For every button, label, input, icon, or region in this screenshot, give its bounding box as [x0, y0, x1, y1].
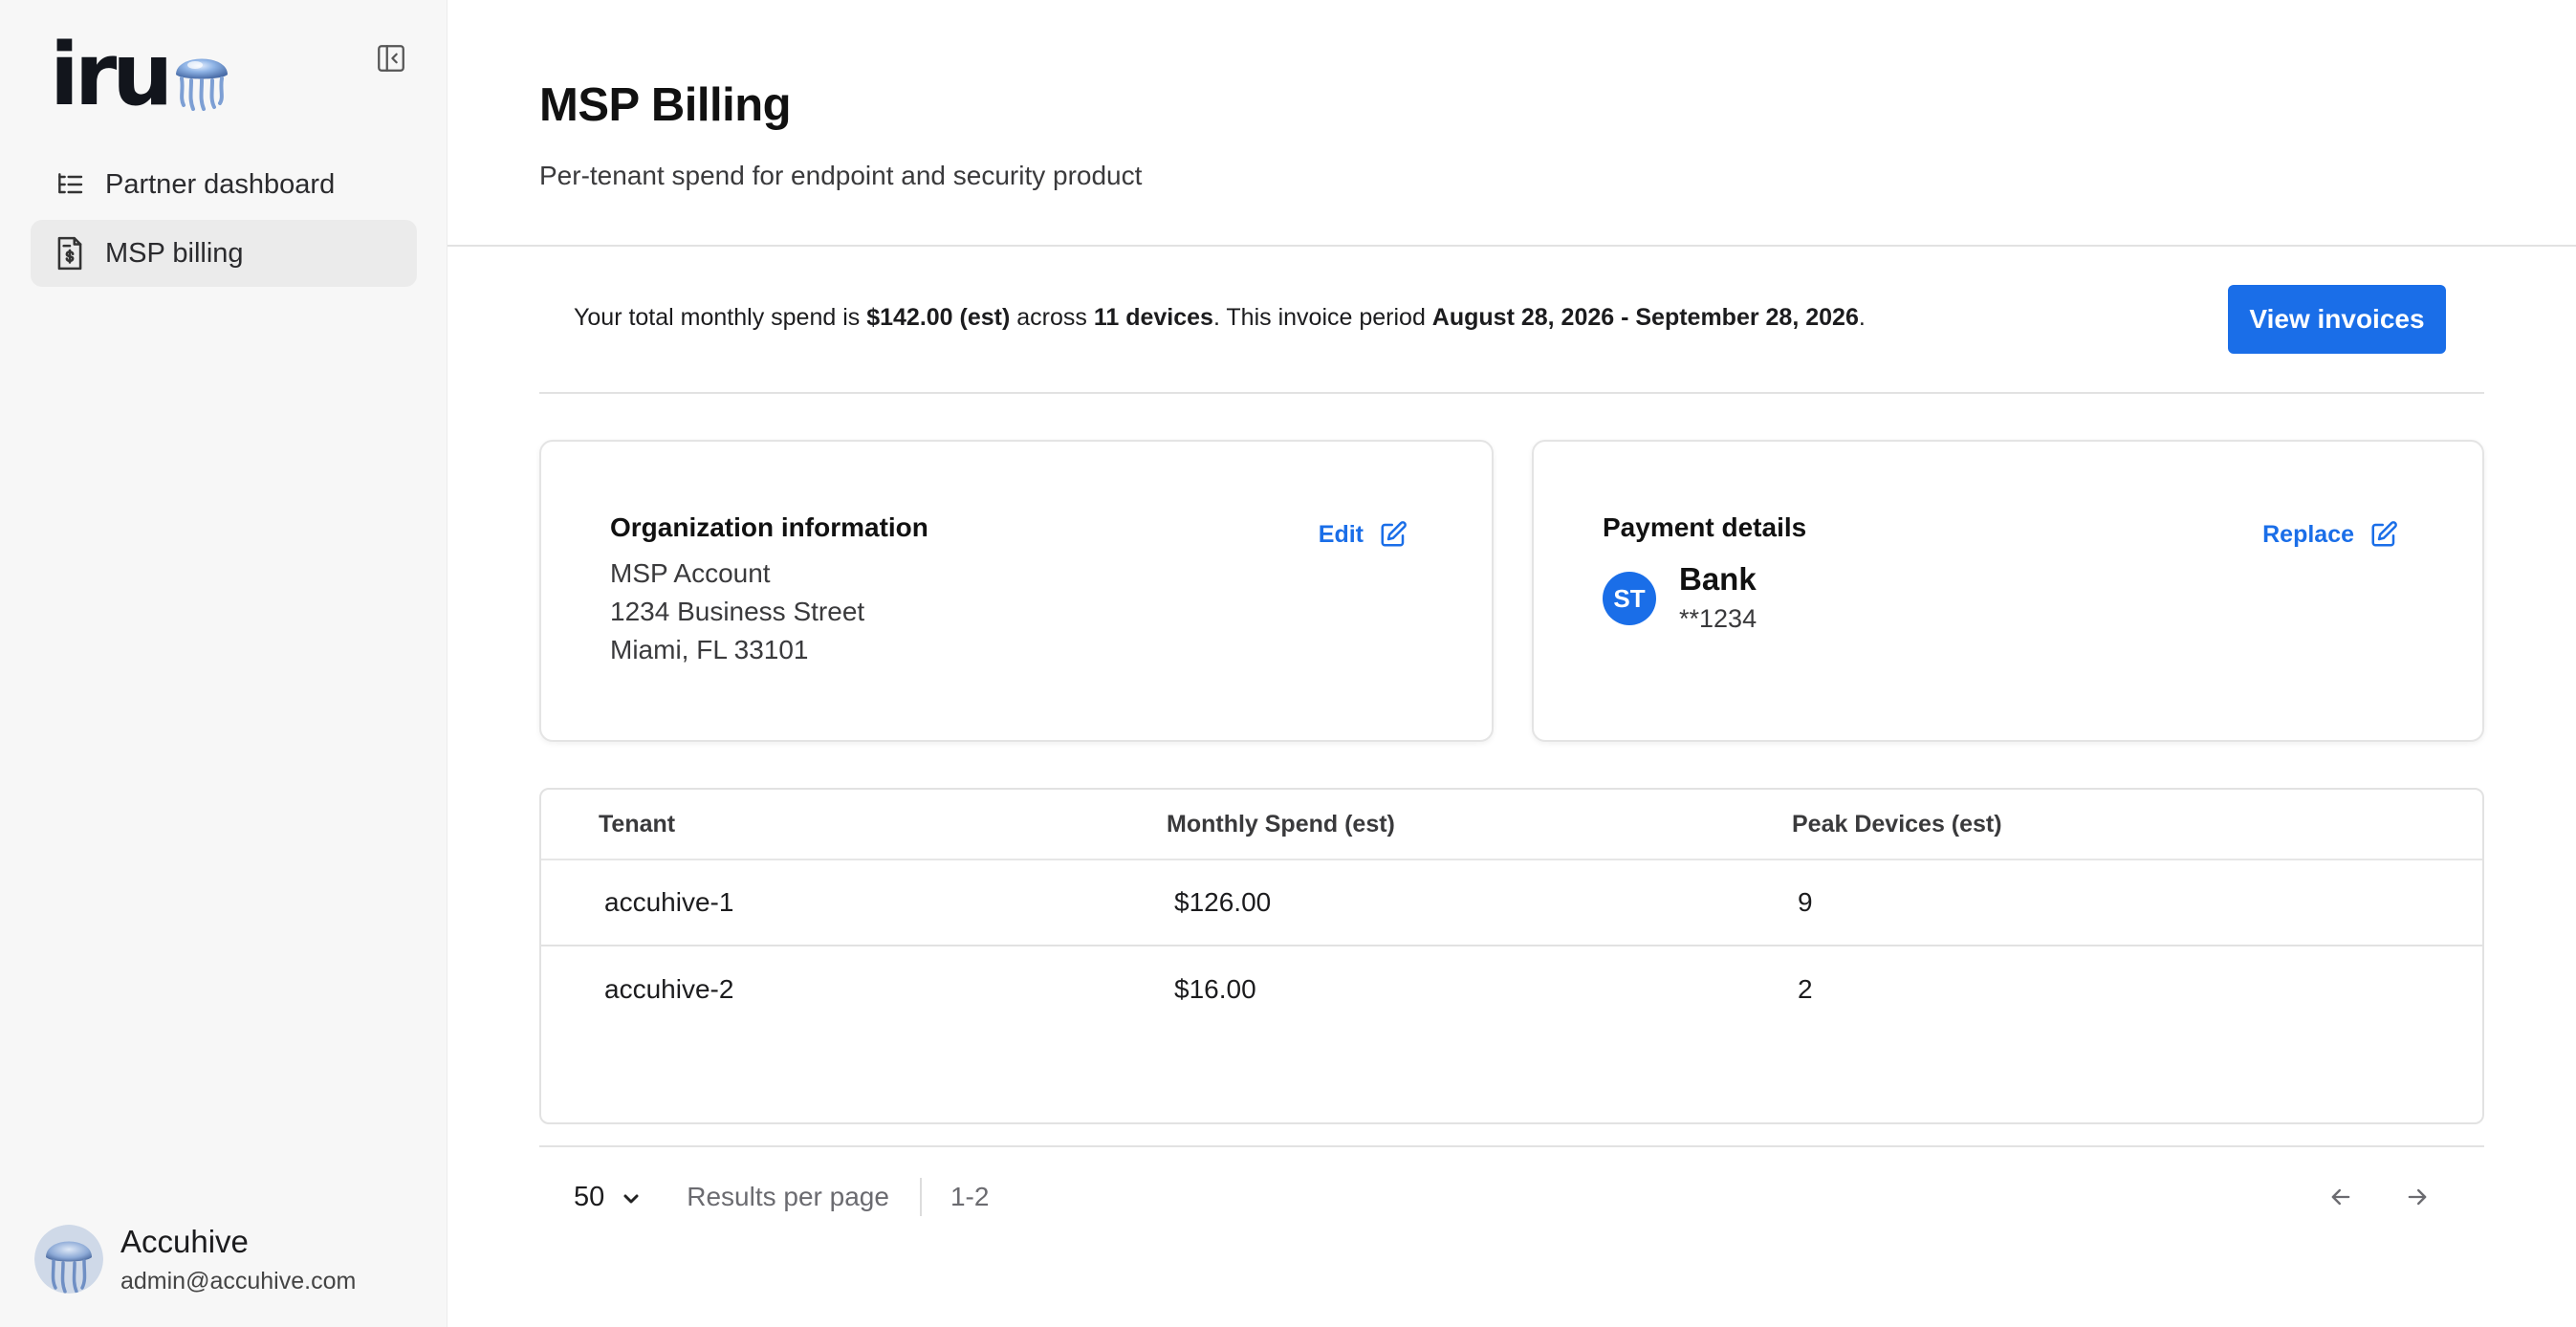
sidebar-item-label: MSP billing — [105, 237, 244, 269]
spend-cell: $16.00 — [1174, 974, 1256, 1004]
chevron-down-icon — [623, 1194, 639, 1204]
jellyfish-logo-icon — [170, 42, 233, 116]
pagination: 50 Results per page 1-2 — [539, 1170, 2484, 1224]
divider — [448, 245, 2576, 247]
tenant-cell: accuhive-1 — [604, 887, 734, 917]
edit-icon — [1381, 521, 1407, 547]
organization-info-card: Organization information Edit MSP Accoun… — [539, 440, 1494, 742]
previous-page-button[interactable] — [2322, 1178, 2360, 1216]
tenant-cell: accuhive-2 — [604, 974, 734, 1004]
logo[interactable]: iru — [50, 33, 233, 119]
logo-text: iru — [50, 25, 173, 125]
invoice-dollar-icon — [54, 235, 86, 272]
user-email: admin@accuhive.com — [120, 1267, 357, 1294]
sidebar: iru Partner dashboard MSP billing Accuhi… — [0, 0, 448, 1327]
page-navigation — [2283, 1178, 2436, 1216]
sidebar-item-label: Partner dashboard — [105, 168, 336, 200]
per-page-select[interactable]: 50 — [574, 1182, 641, 1213]
per-page-value: 50 — [574, 1181, 605, 1212]
list-tree-icon — [54, 166, 86, 203]
column-header-peak-devices[interactable]: Peak Devices (est) — [1792, 811, 2482, 838]
card-title: Payment details — [1603, 512, 1807, 542]
table-row[interactable]: accuhive-1 $126.00 9 — [541, 860, 2482, 946]
column-header-monthly-spend[interactable]: Monthly Spend (est) — [1167, 811, 1792, 838]
separator — [919, 1178, 922, 1216]
user-profile[interactable]: Accuhive admin@accuhive.com — [34, 1224, 356, 1295]
org-street: 1234 Business Street — [610, 597, 865, 626]
page-subtitle: Per-tenant spend for endpoint and securi… — [539, 161, 1143, 190]
payment-badge: ST — [1603, 572, 1656, 625]
summary-text: Your total monthly spend is $142.00 (est… — [574, 304, 1866, 331]
total-spend: $142.00 (est) — [866, 304, 1011, 331]
tenant-spend-table: Tenant Monthly Spend (est) Peak Devices … — [539, 788, 2484, 1124]
table-row[interactable]: accuhive-2 $16.00 2 — [541, 946, 2482, 1033]
page-title: MSP Billing — [539, 79, 792, 131]
avatar — [34, 1225, 103, 1294]
divider — [539, 1145, 2484, 1147]
per-page-label: Results per page — [687, 1182, 889, 1211]
table-header: Tenant Monthly Spend (est) Peak Devices … — [541, 790, 2482, 860]
main-content: MSP Billing Per-tenant spend for endpoin… — [448, 0, 2576, 1327]
column-header-tenant[interactable]: Tenant — [541, 811, 1167, 838]
view-invoices-button[interactable]: View invoices — [2228, 285, 2446, 354]
account-number: **1234 — [1679, 604, 1757, 633]
sidebar-nav: Partner dashboard MSP billing — [31, 151, 417, 289]
card-title: Organization information — [610, 512, 928, 542]
edit-label: Edit — [1318, 520, 1364, 548]
user-name: Accuhive — [120, 1224, 249, 1259]
edit-icon — [2371, 521, 2397, 547]
result-range: 1-2 — [950, 1182, 990, 1211]
payment-method: ST Bank **1234 — [1603, 560, 1757, 634]
collapse-sidebar-button[interactable] — [371, 38, 411, 78]
organization-address: MSP Account 1234 Business Street Miami, … — [610, 555, 864, 669]
spend-cell: $126.00 — [1174, 887, 1272, 917]
invoice-period: August 28, 2026 - September 28, 2026 — [1431, 304, 1859, 331]
arrow-left-icon — [2331, 1188, 2350, 1206]
devices-cell: 9 — [1798, 887, 1813, 917]
payment-details-card: Payment details Replace ST Bank **1234 — [1532, 440, 2484, 742]
devices-cell: 2 — [1798, 974, 1813, 1004]
org-name: MSP Account — [610, 558, 771, 588]
org-city: Miami, FL 33101 — [610, 635, 809, 664]
sidebar-collapse-icon — [378, 45, 404, 72]
device-count: 11 devices — [1093, 304, 1213, 331]
sidebar-item-partner-dashboard[interactable]: Partner dashboard — [31, 151, 417, 218]
next-page-button[interactable] — [2398, 1178, 2436, 1216]
sidebar-item-msp-billing[interactable]: MSP billing — [31, 220, 417, 287]
spend-summary: Your total monthly spend is $142.00 (est… — [539, 283, 2484, 394]
payment-method-name: Bank — [1679, 561, 1757, 597]
replace-payment-button[interactable]: Replace — [2262, 520, 2398, 549]
edit-organization-button[interactable]: Edit — [1319, 520, 1408, 549]
replace-label: Replace — [2262, 520, 2354, 548]
arrow-right-icon — [2408, 1188, 2427, 1206]
